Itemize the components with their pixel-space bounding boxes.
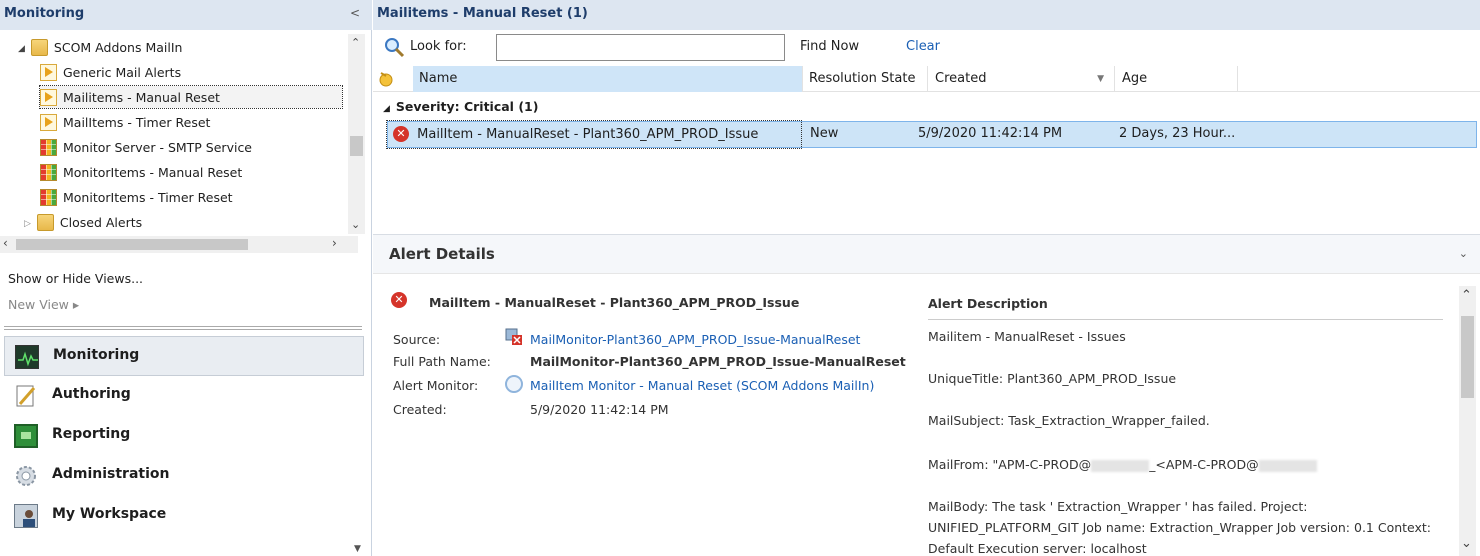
tree-item-monitoritems-manual-reset[interactable]: MonitorItems - Manual Reset bbox=[40, 161, 242, 183]
search-icon bbox=[383, 36, 405, 58]
column-header-name[interactable]: Name bbox=[413, 66, 803, 92]
row-state-cell: New bbox=[810, 126, 839, 141]
scroll-thumb[interactable] bbox=[350, 136, 363, 156]
tree-item-monitoritems-timer-reset[interactable]: MonitorItems - Timer Reset bbox=[40, 186, 233, 208]
scroll-down-icon[interactable]: ⌄ bbox=[351, 218, 360, 231]
desc-line-6: UNIFIED_PLATFORM_GIT Job name: Extractio… bbox=[928, 520, 1432, 535]
collapse-pane-icon[interactable]: < bbox=[350, 6, 360, 20]
column-header-created[interactable]: Created ▼ bbox=[929, 66, 1115, 92]
splitter-grip[interactable] bbox=[4, 326, 362, 330]
desc-line-1: Mailitem - ManualReset - Issues bbox=[928, 329, 1126, 344]
chevron-down-icon[interactable]: ⌄ bbox=[1459, 247, 1468, 260]
alert-column-icon[interactable] bbox=[377, 69, 397, 89]
row-age-cell: 2 Days, 23 Hour... bbox=[1119, 126, 1236, 141]
alert-details-header[interactable]: Alert Details ⌄ bbox=[373, 234, 1480, 274]
tree-horizontal-scrollbar[interactable]: ‹ › bbox=[0, 236, 358, 253]
tree-item-generic-mail-alerts[interactable]: Generic Mail Alerts bbox=[40, 61, 181, 83]
wunderbar-administration[interactable]: Administration bbox=[0, 456, 372, 496]
monitoring-icon bbox=[15, 345, 39, 369]
monitor-icon bbox=[505, 375, 523, 393]
navigation-pane-header: Monitoring < bbox=[0, 0, 372, 30]
tree-item-scom-addons-mailin[interactable]: ◢ SCOM Addons MailIn bbox=[18, 36, 182, 58]
desc-line-2: UniqueTitle: Plant360_APM_PROD_Issue bbox=[928, 371, 1177, 386]
expand-arrow-icon[interactable]: ▷ bbox=[24, 219, 31, 229]
tree-item-closed-alerts[interactable]: ▷ Closed Alerts bbox=[24, 211, 142, 233]
alert-monitor-link[interactable]: MailItem Monitor - Manual Reset (SCOM Ad… bbox=[530, 378, 874, 393]
source-link[interactable]: MailMonitor-Plant360_APM_PROD_Issue-Manu… bbox=[530, 332, 860, 347]
wunderbar-reporting[interactable]: Reporting bbox=[0, 416, 372, 456]
results-pane-header: Mailitems - Manual Reset (1) bbox=[373, 0, 1480, 30]
collapse-arrow-icon[interactable]: ◢ bbox=[18, 44, 25, 54]
critical-error-icon: ✕ bbox=[393, 126, 409, 142]
severity-group-header[interactable]: ◢ Severity: Critical (1) bbox=[383, 99, 538, 114]
alert-view-icon bbox=[40, 64, 57, 81]
sort-descending-icon: ▼ bbox=[1097, 74, 1104, 84]
configure-buttons-icon[interactable]: ▼ bbox=[354, 544, 361, 554]
scroll-thumb[interactable] bbox=[16, 239, 248, 250]
clear-button[interactable]: Clear bbox=[906, 39, 940, 54]
full-path-value: MailMonitor-Plant360_APM_PROD_Issue-Manu… bbox=[530, 354, 906, 369]
wunderbar-my-workspace[interactable]: My Workspace bbox=[0, 496, 372, 536]
reporting-icon bbox=[14, 424, 38, 448]
scroll-down-icon[interactable]: ⌄ bbox=[1461, 536, 1472, 551]
source-monitor-icon bbox=[505, 328, 523, 346]
desc-line-5: MailBody: The task ' Extraction_Wrapper … bbox=[928, 499, 1308, 514]
view-title: Mailitems - Manual Reset (1) bbox=[377, 6, 588, 21]
results-pane: Mailitems - Manual Reset (1) Look for: F… bbox=[373, 0, 1480, 556]
column-header-age[interactable]: Age bbox=[1116, 66, 1238, 92]
look-for-label: Look for: bbox=[410, 39, 467, 54]
folder-icon bbox=[36, 214, 54, 231]
desc-line-3: MailSubject: Task_Extraction_Wrapper_fai… bbox=[928, 413, 1210, 428]
desc-line-4: MailFrom: "APM-C-PROD@ _<APM-C-PROD@ bbox=[928, 457, 1317, 472]
alert-monitor-label: Alert Monitor: bbox=[393, 378, 479, 393]
scroll-left-icon[interactable]: ‹ bbox=[3, 236, 8, 250]
scroll-right-icon[interactable]: › bbox=[332, 236, 337, 250]
look-for-input[interactable] bbox=[496, 34, 785, 61]
redacted-block bbox=[1258, 459, 1317, 472]
scroll-thumb[interactable] bbox=[1461, 316, 1474, 398]
wunderbar-monitoring[interactable]: Monitoring bbox=[4, 336, 364, 376]
column-header-resolution-state[interactable]: Resolution State bbox=[803, 66, 928, 92]
tree-item-monitor-server-smtp[interactable]: Monitor Server - SMTP Service bbox=[40, 136, 252, 158]
workspace-icon bbox=[14, 504, 38, 528]
wunderbar-authoring[interactable]: Authoring bbox=[0, 376, 372, 416]
redacted-block bbox=[1091, 459, 1150, 472]
find-now-button[interactable]: Find Now bbox=[800, 39, 859, 54]
full-path-label: Full Path Name: bbox=[393, 354, 491, 369]
scroll-up-icon[interactable]: ⌃ bbox=[351, 36, 360, 49]
row-name-cell: ✕ MailItem - ManualReset - Plant360_APM_… bbox=[393, 126, 758, 142]
alert-details-title: Alert Details bbox=[389, 245, 495, 263]
details-vertical-scrollbar[interactable]: ⌃ ⌄ bbox=[1459, 286, 1476, 556]
state-view-icon bbox=[40, 139, 57, 156]
tree-item-mailitems-timer-reset[interactable]: MailItems - Timer Reset bbox=[40, 111, 210, 133]
state-view-icon bbox=[40, 164, 57, 181]
scroll-up-icon[interactable]: ⌃ bbox=[1461, 288, 1472, 303]
created-value: 5/9/2020 11:42:14 PM bbox=[530, 402, 669, 417]
navigation-pane: Monitoring < ◢ SCOM Addons MailIn Generic… bbox=[0, 0, 372, 556]
source-label: Source: bbox=[393, 332, 441, 347]
collapse-arrow-icon[interactable]: ◢ bbox=[383, 104, 390, 114]
description-divider bbox=[928, 319, 1443, 320]
tree-vertical-scrollbar[interactable]: ⌃ ⌄ bbox=[348, 34, 365, 234]
alert-description-title: Alert Description bbox=[928, 296, 1048, 311]
navigation-pane-title: Monitoring bbox=[4, 6, 85, 21]
show-hide-views-link[interactable]: Show or Hide Views... bbox=[8, 271, 143, 286]
detail-alert-name: MailItem - ManualReset - Plant360_APM_PR… bbox=[429, 295, 800, 310]
detail-error-icon: ✕ bbox=[391, 292, 407, 308]
alert-view-icon bbox=[40, 114, 57, 131]
tree-item-mailitems-manual-reset[interactable]: Mailitems - Manual Reset bbox=[39, 85, 343, 109]
administration-icon bbox=[14, 464, 38, 488]
created-label: Created: bbox=[393, 402, 447, 417]
state-view-icon bbox=[40, 189, 57, 206]
new-view-link[interactable]: New View ▸ bbox=[8, 297, 79, 312]
desc-line-7: Default Execution server: localhost bbox=[928, 541, 1147, 556]
authoring-icon bbox=[14, 384, 38, 408]
alert-view-icon bbox=[40, 89, 57, 106]
folder-icon bbox=[30, 39, 48, 56]
row-created-cell: 5/9/2020 11:42:14 PM bbox=[918, 126, 1063, 141]
